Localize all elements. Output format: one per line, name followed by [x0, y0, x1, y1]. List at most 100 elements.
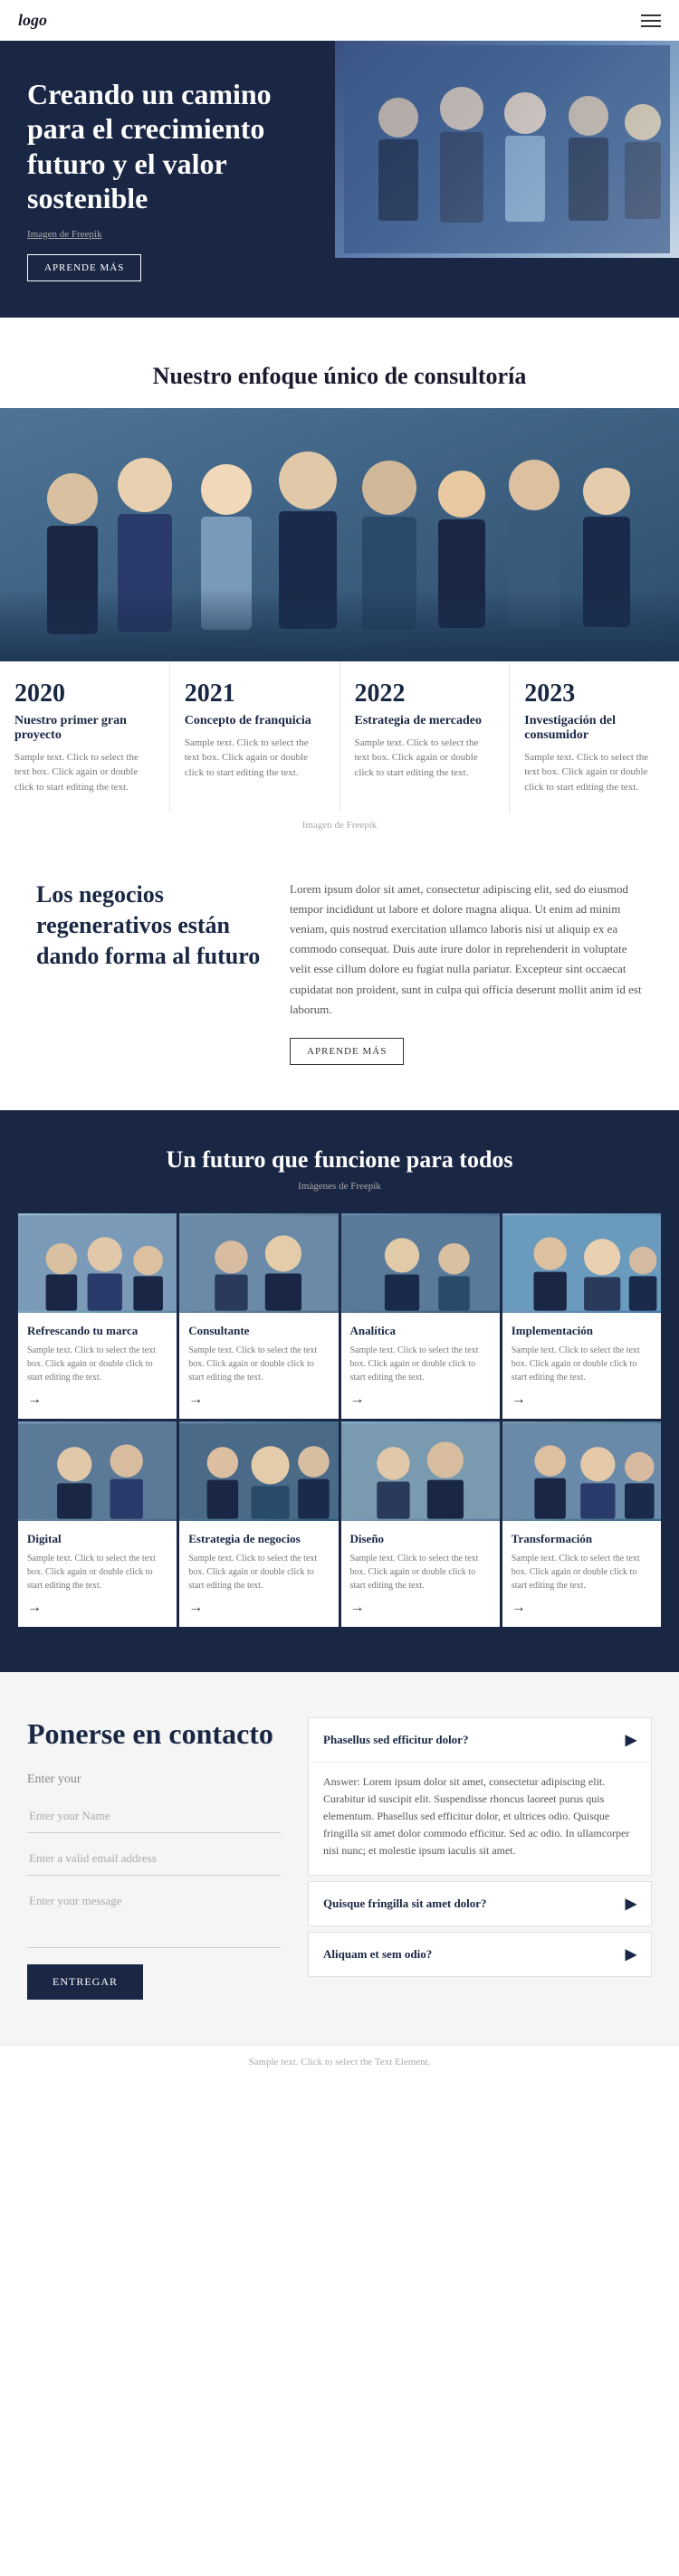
card-text-6: Sample text. Click to select the text bo…: [350, 1552, 491, 1592]
faq-item-0: Phasellus sed efficitur dolor? ▶ Answer:…: [308, 1717, 652, 1876]
timeline: 2020 Nuestro primer gran proyecto Sample…: [0, 661, 679, 813]
timeline-text-0: Sample text. Click to select the text bo…: [14, 750, 155, 795]
hero-title: Creando un camino para el crecimiento fu…: [27, 77, 281, 216]
cards-grid-row2: Digital Sample text. Click to select the…: [18, 1421, 661, 1627]
card-arrow-1[interactable]: →: [188, 1392, 329, 1408]
timeline-title-1: Concepto de franquicia: [185, 714, 325, 728]
timeline-year-2: 2022: [355, 680, 495, 708]
card-0[interactable]: Refrescando tu marca Sample text. Click …: [18, 1213, 177, 1419]
card-name-7: Transformación: [512, 1532, 652, 1546]
card-2[interactable]: Analítica Sample text. Click to select t…: [341, 1213, 500, 1419]
regen-body: Lorem ipsum dolor sit amet, consectetur …: [290, 879, 643, 1020]
card-arrow-2[interactable]: →: [350, 1392, 491, 1408]
footer-sample-text: Sample text. Click to select the Text El…: [249, 2057, 431, 2067]
team-photo: [0, 408, 679, 661]
timeline-item-3: 2023 Investigación del consumidor Sample…: [510, 661, 679, 813]
card-body-1: Consultante Sample text. Click to select…: [179, 1313, 338, 1419]
faq-arrow-1: ▶: [626, 1895, 636, 1913]
card-5[interactable]: Estrategia de negocios Sample text. Clic…: [179, 1421, 338, 1627]
card-arrow-4[interactable]: →: [27, 1600, 167, 1616]
contact-section: Ponerse en contacto Enter your ENTREGAR …: [0, 1672, 679, 2045]
card-4[interactable]: Digital Sample text. Click to select the…: [18, 1421, 177, 1627]
faq-answer-0: Answer: Lorem ipsum dolor sit amet, cons…: [309, 1762, 651, 1875]
faq-question-text-2: Aliquam et sem odio?: [323, 1947, 432, 1962]
card-1[interactable]: Consultante Sample text. Click to select…: [179, 1213, 338, 1419]
timeline-item-2: 2022 Estrategia de mercadeo Sample text.…: [340, 661, 511, 813]
card-arrow-5[interactable]: →: [188, 1600, 329, 1616]
future-title: Un futuro que funcione para todos: [18, 1146, 661, 1174]
regenerative-section: Los negocios regenerativos están dando f…: [0, 834, 679, 1110]
card-arrow-3[interactable]: →: [512, 1392, 652, 1408]
regen-cta-button[interactable]: APRENDE MÁS: [290, 1038, 404, 1065]
card-arrow-0[interactable]: →: [27, 1392, 167, 1408]
faq-question-2[interactable]: Aliquam et sem odio? ▶: [309, 1933, 651, 1976]
future-section: Un futuro que funcione para todos Imágen…: [0, 1110, 679, 1672]
card-6[interactable]: Diseño Sample text. Click to select the …: [341, 1421, 500, 1627]
card-3[interactable]: Implementación Sample text. Click to sel…: [502, 1213, 661, 1419]
faq-question-1[interactable]: Quisque fringilla sit amet dolor? ▶: [309, 1882, 651, 1925]
card-arrow-6[interactable]: →: [350, 1600, 491, 1616]
timeline-year-0: 2020: [14, 680, 155, 708]
card-7[interactable]: Transformación Sample text. Click to sel…: [502, 1421, 661, 1627]
card-img-7: [502, 1421, 661, 1521]
contact-submit-button[interactable]: ENTREGAR: [27, 1964, 143, 2000]
card-text-7: Sample text. Click to select the text bo…: [512, 1552, 652, 1592]
hero-content: Creando un camino para el crecimiento fu…: [0, 41, 308, 318]
timeline-year-3: 2023: [524, 680, 665, 708]
card-img-0: [18, 1213, 177, 1313]
card-body-3: Implementación Sample text. Click to sel…: [502, 1313, 661, 1419]
regen-right: Lorem ipsum dolor sit amet, consectetur …: [290, 879, 643, 1065]
unique-section: Nuestro enfoque único de consultoría: [0, 318, 679, 835]
timeline-item-0: 2020 Nuestro primer gran proyecto Sample…: [0, 661, 170, 813]
regen-title: Los negocios regenerativos están dando f…: [36, 879, 263, 971]
card-name-2: Analítica: [350, 1324, 491, 1338]
contact-form: Enter your ENTREGAR: [27, 1773, 281, 2000]
card-body-5: Estrategia de negocios Sample text. Clic…: [179, 1521, 338, 1627]
regen-left: Los negocios regenerativos están dando f…: [36, 879, 290, 971]
faq-question-text-0: Phasellus sed efficitur dolor?: [323, 1733, 468, 1747]
contact-left: Ponerse en contacto Enter your ENTREGAR: [27, 1717, 281, 2000]
card-body-4: Digital Sample text. Click to select the…: [18, 1521, 177, 1627]
team-photo-attribution: Imagen de Freepik: [0, 813, 679, 834]
hero-image: [335, 41, 679, 258]
faq-arrow-2: ▶: [626, 1945, 636, 1963]
hamburger-menu[interactable]: [641, 14, 661, 27]
timeline-title-3: Investigación del consumidor: [524, 714, 665, 743]
card-body-7: Transformación Sample text. Click to sel…: [502, 1521, 661, 1627]
hero-cta-button[interactable]: APRENDE MÁS: [27, 254, 141, 281]
card-img-5: [179, 1421, 338, 1521]
future-attribution: Imágenes de Freepik: [18, 1181, 661, 1192]
contact-message-input[interactable]: [27, 1885, 281, 1948]
contact-email-input[interactable]: [27, 1842, 281, 1876]
card-img-2: [341, 1213, 500, 1313]
card-img-3: [502, 1213, 661, 1313]
card-body-2: Analítica Sample text. Click to select t…: [341, 1313, 500, 1419]
card-text-4: Sample text. Click to select the text bo…: [27, 1552, 167, 1592]
contact-name-input[interactable]: [27, 1800, 281, 1833]
header: logo: [0, 0, 679, 41]
contact-title: Ponerse en contacto: [27, 1717, 281, 1751]
hero-section: Creando un camino para el crecimiento fu…: [0, 41, 679, 318]
card-img-6: [341, 1421, 500, 1521]
timeline-item-1: 2021 Concepto de franquicia Sample text.…: [170, 661, 340, 813]
card-name-0: Refrescando tu marca: [27, 1324, 167, 1338]
card-name-1: Consultante: [188, 1324, 329, 1338]
faq-question-0[interactable]: Phasellus sed efficitur dolor? ▶: [309, 1718, 651, 1762]
faq-item-2: Aliquam et sem odio? ▶: [308, 1932, 652, 1977]
card-arrow-7[interactable]: →: [512, 1600, 652, 1616]
timeline-text-1: Sample text. Click to select the text bo…: [185, 736, 325, 781]
card-body-0: Refrescando tu marca Sample text. Click …: [18, 1313, 177, 1419]
enter-your-label: Enter your: [27, 1773, 281, 1787]
cards-grid-row1: Refrescando tu marca Sample text. Click …: [18, 1213, 661, 1419]
card-text-0: Sample text. Click to select the text bo…: [27, 1344, 167, 1384]
hero-attribution: Imagen de Freepik: [27, 229, 281, 240]
unique-title: Nuestro enfoque único de consultoría: [0, 318, 679, 408]
timeline-year-1: 2021: [185, 680, 325, 708]
card-body-6: Diseño Sample text. Click to select the …: [341, 1521, 500, 1627]
card-text-2: Sample text. Click to select the text bo…: [350, 1344, 491, 1384]
timeline-text-3: Sample text. Click to select the text bo…: [524, 750, 665, 795]
card-text-3: Sample text. Click to select the text bo…: [512, 1344, 652, 1384]
contact-right: Phasellus sed efficitur dolor? ▶ Answer:…: [308, 1717, 652, 2000]
card-name-3: Implementación: [512, 1324, 652, 1338]
card-name-5: Estrategia de negocios: [188, 1532, 329, 1546]
